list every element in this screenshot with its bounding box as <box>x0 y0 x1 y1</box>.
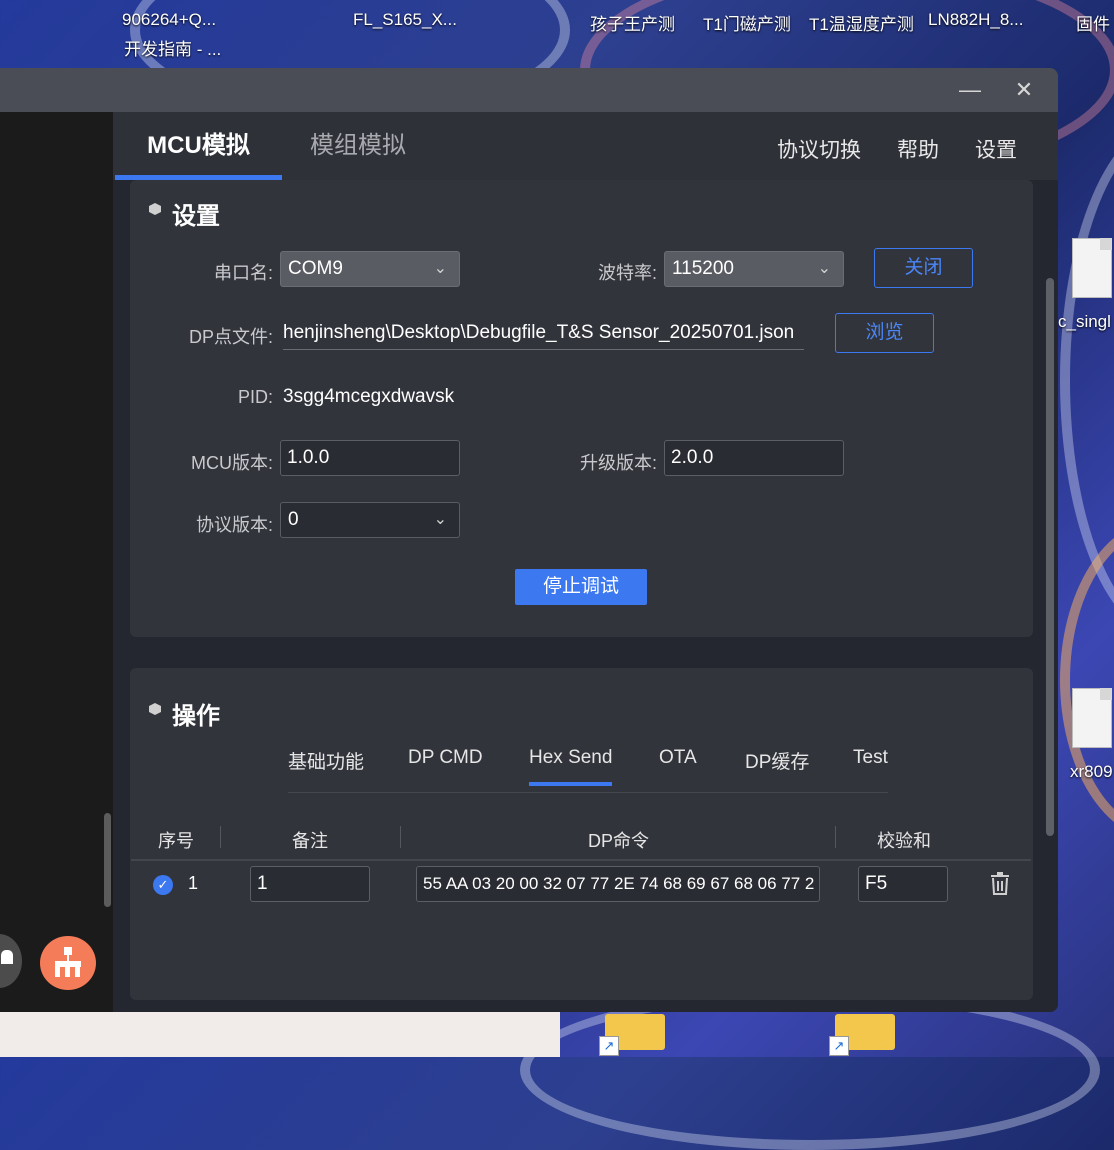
file-icon[interactable] <box>1072 688 1112 748</box>
desktop-icon-label[interactable]: xr809 <box>1070 762 1113 782</box>
minimize-icon[interactable]: — <box>956 76 984 104</box>
sidebar-scrollbar[interactable] <box>104 813 111 907</box>
subtab-divider <box>288 792 888 793</box>
protocol-version-value: 0 <box>288 509 299 530</box>
protocol-version-label: 协议版本: <box>195 515 273 535</box>
main-scrollbar[interactable] <box>1046 278 1054 836</box>
port-label: 串口名: <box>213 263 273 283</box>
port-select[interactable]: COM9 ⌄ <box>280 251 460 287</box>
desktop-icon-label[interactable]: 固件 <box>1076 10 1110 35</box>
chevron-down-icon: ⌄ <box>433 511 447 528</box>
subtab-dp-cmd[interactable]: DP CMD <box>408 747 483 769</box>
column-separator <box>400 826 401 848</box>
trash-icon[interactable] <box>989 872 1011 901</box>
subtab-hex-send[interactable]: Hex Send <box>529 747 613 786</box>
desktop-icon-label[interactable]: 906264+Q... <box>122 10 216 30</box>
column-header-checksum: 校验和 <box>877 831 931 851</box>
app-avatar[interactable] <box>40 936 96 990</box>
port-value: COM9 <box>288 258 343 279</box>
tab-mcu-simulation[interactable]: MCU模拟 <box>115 112 282 180</box>
subtab-ota[interactable]: OTA <box>659 747 697 769</box>
main-tab-bar: MCU模拟 模组模拟 协议切换 帮助 设置 <box>113 112 1058 180</box>
table-header-divider <box>131 859 1031 861</box>
column-header-dp-command: DP命令 <box>588 831 650 851</box>
baud-select[interactable]: 115200 ⌄ <box>664 251 844 287</box>
file-icon[interactable] <box>1072 238 1112 298</box>
pid-label: PID: <box>237 387 273 407</box>
chevron-down-icon: ⌄ <box>817 260 831 277</box>
desktop-light-area <box>0 1012 560 1057</box>
desktop-icon-label[interactable]: LN882H_8... <box>928 10 1023 30</box>
shortcut-arrow-icon: ↗ <box>829 1036 849 1056</box>
network-icon <box>55 947 81 977</box>
menu-settings[interactable]: 设置 <box>975 134 1017 164</box>
shortcut-arrow-icon: ↗ <box>599 1036 619 1056</box>
close-port-button[interactable]: 关闭 <box>874 248 973 288</box>
row-command-input[interactable]: 55 AA 03 20 00 32 07 77 2E 74 68 69 67 6… <box>416 866 820 902</box>
subtab-test[interactable]: Test <box>853 747 888 769</box>
subtab-basic-functions[interactable]: 基础功能 <box>288 747 364 774</box>
operation-title: 操作 <box>172 703 220 730</box>
desktop-icon-label[interactable]: T1门磁产测 <box>703 10 791 35</box>
row-index: 1 <box>188 873 199 893</box>
menu-help[interactable]: 帮助 <box>897 134 939 164</box>
chevron-down-icon: ⌄ <box>433 260 447 277</box>
row-checkbox[interactable]: ✓ <box>153 875 173 895</box>
mcu-version-label: MCU版本: <box>191 453 273 473</box>
column-separator <box>220 826 221 848</box>
browse-button[interactable]: 浏览 <box>835 313 934 353</box>
subtab-dp-cache[interactable]: DP缓存 <box>745 747 809 774</box>
baud-value: 115200 <box>672 258 734 279</box>
left-sidebar <box>0 112 113 1012</box>
column-separator <box>835 826 836 848</box>
desktop-icon-label[interactable]: FL_S165_X... <box>353 10 457 30</box>
dp-file-label: DP点文件: <box>188 327 273 347</box>
menu-protocol-switch[interactable]: 协议切换 <box>777 134 861 164</box>
settings-title: 设置 <box>172 203 220 230</box>
pid-value: 3sgg4mcegxdwavsk <box>283 386 455 407</box>
dp-file-path[interactable]: henjinsheng\Desktop\Debugfile_T&S Sensor… <box>283 322 804 350</box>
desktop-icon-label[interactable]: T1温湿度产测 <box>809 10 914 35</box>
desktop-icon-label[interactable]: c_singl <box>1058 312 1111 332</box>
column-header-note: 备注 <box>292 831 328 851</box>
desktop-icon-sublabel[interactable]: 开发指南 - ... <box>124 35 221 60</box>
mcu-version-input[interactable]: 1.0.0 <box>280 440 460 476</box>
row-note-input[interactable]: 1 <box>250 866 370 902</box>
baud-label: 波特率: <box>597 263 657 283</box>
tab-module-simulation[interactable]: 模组模拟 <box>288 112 428 180</box>
desktop-icon-label[interactable]: 孩子王产测 <box>590 10 675 35</box>
upgrade-version-label: 升级版本: <box>579 453 657 473</box>
close-icon[interactable]: ✕ <box>1010 76 1038 104</box>
title-bar: — ✕ <box>0 68 1058 112</box>
stop-debug-button[interactable]: 停止调试 <box>515 569 647 605</box>
protocol-version-select[interactable]: 0 ⌄ <box>280 502 460 538</box>
upgrade-version-input[interactable]: 2.0.0 <box>664 440 844 476</box>
row-checksum-input[interactable]: F5 <box>858 866 948 902</box>
column-header-index: 序号 <box>158 831 194 851</box>
